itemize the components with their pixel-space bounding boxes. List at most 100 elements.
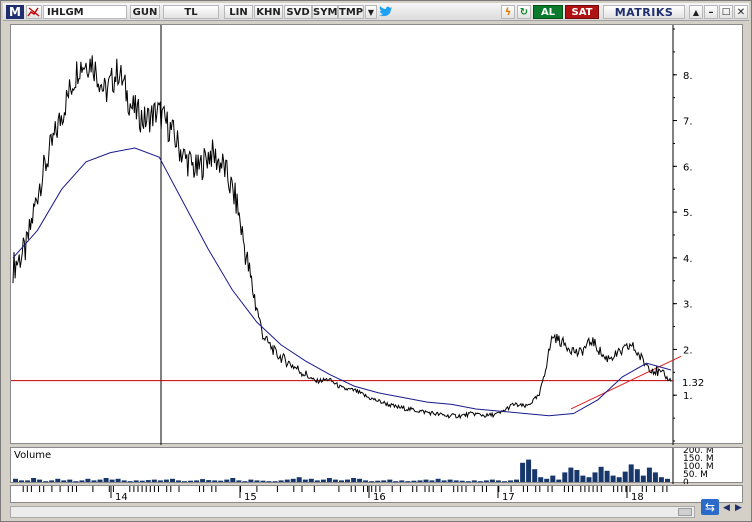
sync-icon[interactable]: ⇆ xyxy=(701,499,719,515)
volume-bar xyxy=(622,471,628,482)
volume-bar xyxy=(308,478,314,482)
symbol-input[interactable]: IHLGM xyxy=(43,5,127,19)
volume-bar xyxy=(109,479,115,482)
volume-bar xyxy=(628,464,634,482)
volume-bar xyxy=(266,481,272,483)
volume-bar xyxy=(139,480,145,482)
time-axis-svg: 14 15 16 17 18 xyxy=(22,486,668,503)
volume-bar xyxy=(332,479,338,482)
volume-bar xyxy=(260,480,266,482)
volume-bar xyxy=(453,480,459,482)
volume-bar xyxy=(97,479,103,482)
volume-bar xyxy=(562,472,568,482)
time-axis: 14 15 16 17 18 xyxy=(10,485,743,503)
time-axis-label: 14 xyxy=(115,492,128,503)
scrollbar-thumb[interactable] xyxy=(678,508,692,516)
volume-bar xyxy=(435,478,441,482)
tmp-button[interactable]: TMP xyxy=(338,5,364,19)
currency-button[interactable]: TL xyxy=(163,5,219,19)
moving-average-line xyxy=(12,147,672,417)
chart-window: M IHLGM GUN TL LIN KHN SVD SYM TMP ▼ ϟ ↻… xyxy=(0,0,752,522)
volume-bar xyxy=(604,470,610,482)
volume-bar xyxy=(423,479,429,482)
volume-panel[interactable]: 200. M 150. M 100. M 50. M0 Volume xyxy=(10,447,744,484)
time-axis-label: 17 xyxy=(502,492,515,503)
volume-bar xyxy=(188,480,194,482)
volume-bar xyxy=(115,478,121,482)
volume-bar xyxy=(254,480,260,482)
chart-x-icon[interactable] xyxy=(26,5,42,19)
close-icon[interactable]: ✕ xyxy=(734,5,748,19)
matriks-logo[interactable]: M xyxy=(6,5,24,19)
svd-button[interactable]: SVD xyxy=(284,5,312,19)
price-axis-tick-label: 3. xyxy=(683,300,693,311)
volume-bar xyxy=(49,480,55,482)
brand-logo: MATRIKS xyxy=(603,5,685,19)
volume-bar xyxy=(290,478,296,482)
collapse-icon[interactable]: ▲ xyxy=(689,5,703,19)
volume-bar xyxy=(646,467,652,482)
volume-axis-tick-label: 0 xyxy=(683,478,689,484)
volume-bar xyxy=(640,475,646,482)
price-axis-tick-label: 1. xyxy=(683,391,693,402)
volume-bar xyxy=(526,459,532,482)
volume-bar xyxy=(43,481,49,483)
volume-bar xyxy=(568,467,574,482)
volume-bar xyxy=(236,480,242,482)
volume-bar xyxy=(411,480,417,482)
twitter-icon[interactable] xyxy=(379,5,393,19)
volume-bar xyxy=(477,481,483,483)
price-chart-panel[interactable]: 8. 7. 6. 5. 4. 3. 2. 1. 1.32 xyxy=(10,24,744,445)
scroll-left-icon[interactable]: ◀ xyxy=(721,503,732,514)
volume-bar xyxy=(489,479,495,482)
volume-bar xyxy=(387,479,393,482)
volume-bar xyxy=(586,477,592,482)
price-axis-tick-label: 2. xyxy=(683,345,693,356)
volume-bar xyxy=(85,478,91,482)
volume-bar xyxy=(532,469,538,482)
dropdown-arrow-icon[interactable]: ▼ xyxy=(365,5,377,19)
sym-button[interactable]: SYM xyxy=(312,5,338,19)
volume-bar xyxy=(151,479,157,482)
khn-button[interactable]: KHN xyxy=(254,5,283,19)
volume-bar xyxy=(224,479,230,482)
volume-bar xyxy=(447,479,453,482)
volume-bar xyxy=(157,480,163,482)
volume-bar xyxy=(399,480,405,482)
price-axis-tick-label: 7. xyxy=(683,117,693,128)
time-axis-label: 16 xyxy=(373,492,386,503)
buy-button[interactable]: AL xyxy=(533,5,563,19)
volume-bar xyxy=(248,479,254,482)
price-chart[interactable]: 8. 7. 6. 5. 4. 3. 2. 1. xyxy=(11,25,744,445)
volume-bar xyxy=(405,481,411,483)
time-axis-label: 15 xyxy=(244,492,257,503)
volume-bar xyxy=(495,480,501,482)
volume-bar xyxy=(206,480,212,482)
volume-bar xyxy=(339,480,344,482)
scroll-right-icon[interactable]: ▶ xyxy=(733,503,744,514)
volume-bar xyxy=(363,480,369,482)
volume-bar xyxy=(514,479,519,482)
volume-bar xyxy=(326,478,332,482)
sell-button[interactable]: SAT xyxy=(565,5,599,19)
volume-bar xyxy=(194,480,200,482)
linear-scale-button[interactable]: LIN xyxy=(224,5,253,19)
volume-bar xyxy=(91,480,97,482)
minimize-icon[interactable]: – xyxy=(704,5,718,19)
volume-bar xyxy=(441,480,447,482)
flash-icon[interactable]: ϟ xyxy=(501,5,515,19)
refresh-icon[interactable]: ↻ xyxy=(517,5,531,19)
volume-bar xyxy=(19,480,24,482)
horizontal-scrollbar[interactable] xyxy=(10,506,695,518)
volume-bar xyxy=(314,480,320,482)
volume-bar xyxy=(212,480,218,482)
period-button[interactable]: GUN xyxy=(130,5,160,19)
volume-chart[interactable]: 200. M150. M100. M50. M0 xyxy=(11,448,744,484)
volume-bar xyxy=(67,479,73,482)
volume-bar xyxy=(634,469,640,482)
price-axis-tick-label: 6. xyxy=(683,162,693,173)
volume-bar xyxy=(465,481,471,483)
volume-bar xyxy=(345,479,350,482)
maximize-icon[interactable]: □ xyxy=(719,5,733,19)
volume-bar xyxy=(429,480,435,482)
